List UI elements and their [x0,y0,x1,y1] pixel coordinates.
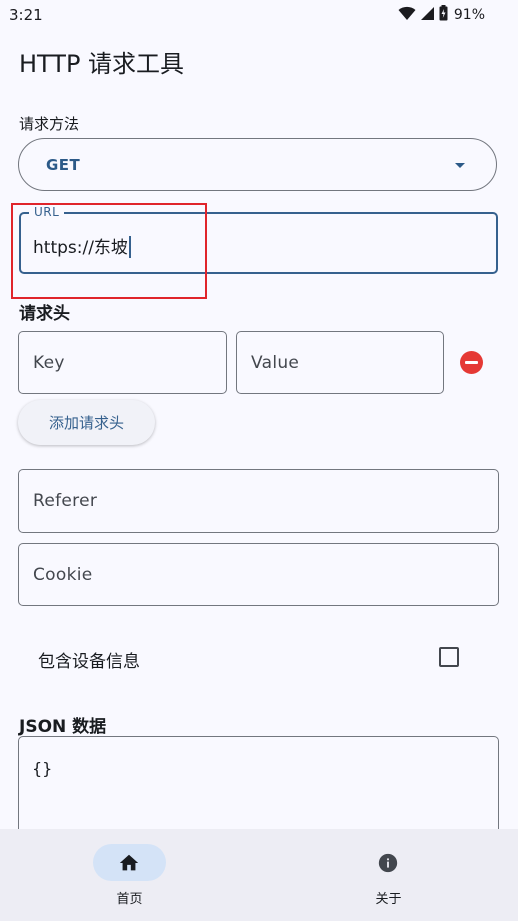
add-header-button[interactable]: 添加请求头 [18,400,155,445]
status-icons: 91% [398,5,485,25]
home-icon [118,852,140,874]
json-value: {} [32,759,53,778]
device-info-checkbox[interactable] [439,647,459,667]
url-input[interactable]: URL https://东坡 [19,205,498,274]
info-icon [377,852,399,874]
device-info-label: 包含设备信息 [38,652,140,672]
header-key-input[interactable]: Key [18,331,227,394]
header-value-placeholder: Value [251,353,300,373]
method-selected-value: GET [46,156,81,174]
text-cursor [128,236,131,258]
status-bar: 3:21 91% [0,0,518,30]
headers-heading: 请求头 [19,304,70,324]
json-heading: JSON 数据 [19,717,107,737]
signal-icon [420,6,435,25]
url-text: https://东坡 [33,238,128,258]
battery-icon [439,5,448,25]
remove-header-button[interactable] [460,351,483,374]
method-dropdown[interactable]: GET [18,138,497,191]
nav-label-home: 首页 [116,892,143,907]
wifi-icon [398,6,416,25]
page-title: HTTP 请求工具 [19,50,185,78]
url-input-value: https://东坡 [33,233,131,258]
header-key-placeholder: Key [33,353,65,373]
status-time: 3:21 [9,6,43,24]
referer-placeholder: Referer [33,491,98,511]
caret-down-icon [455,163,465,168]
minus-icon [465,361,478,364]
cookie-input[interactable]: Cookie [18,543,499,606]
nav-item-home[interactable]: 首页 [0,829,259,921]
bottom-navigation: 首页 关于 [0,829,518,921]
nav-label-about: 关于 [375,892,402,907]
referer-input[interactable]: Referer [18,469,499,533]
cookie-placeholder: Cookie [33,565,93,585]
nav-item-about[interactable]: 关于 [259,829,518,921]
method-label: 请求方法 [19,115,80,133]
app-screen: 3:21 91% HTTP 请求工具 请求方法 GET URL https://… [0,0,518,921]
url-field-label: URL [29,205,65,219]
battery-percent: 91% [453,7,485,23]
header-value-input[interactable]: Value [236,331,444,394]
